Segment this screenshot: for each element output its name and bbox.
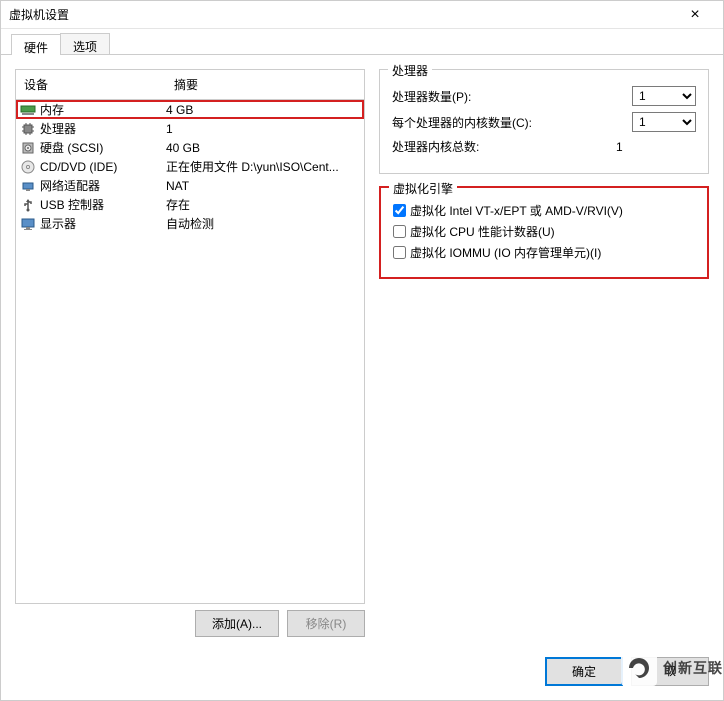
processor-count-select[interactable]: 1 [632, 86, 696, 106]
device-summary: 存在 [166, 196, 360, 213]
cpu-icon [20, 121, 36, 137]
column-summary[interactable]: 摘要 [166, 70, 364, 99]
virtualization-engine-group: 虚拟化引擎 虚拟化 Intel VT-x/EPT 或 AMD-V/RVI(V) … [379, 186, 709, 279]
titlebar: 虚拟机设置 × [1, 1, 723, 29]
window-title: 虚拟机设置 [9, 6, 675, 23]
virt-vtx-checkbox[interactable] [393, 204, 406, 217]
disk-icon [20, 140, 36, 156]
list-row[interactable]: 内存 4 GB [16, 100, 364, 119]
cores-per-processor-label: 每个处理器的内核数量(C): [392, 114, 632, 131]
device-name: 网络适配器 [40, 177, 100, 194]
device-name: 处理器 [40, 120, 76, 137]
device-name: CD/DVD (IDE) [40, 160, 117, 174]
virtualization-engine-title: 虚拟化引擎 [389, 180, 457, 197]
tabstrip: 硬件 选项 [1, 29, 723, 55]
virt-perf-checkbox[interactable] [393, 225, 406, 238]
processor-count-label: 处理器数量(P): [392, 88, 632, 105]
ok-button[interactable]: 确定 [545, 657, 623, 686]
total-cores-label: 处理器内核总数: [392, 138, 616, 155]
list-row[interactable]: 处理器 1 [16, 119, 364, 138]
device-summary: 4 GB [166, 103, 360, 117]
total-cores-value: 1 [616, 140, 696, 154]
device-summary: 1 [166, 122, 360, 136]
processor-group-title: 处理器 [388, 62, 432, 79]
device-name: 内存 [40, 101, 64, 118]
cd-icon [20, 159, 36, 175]
list-row[interactable]: USB 控制器 存在 [16, 195, 364, 214]
device-list: 设备 摘要 内存 4 GB 处理器 1 硬盘 (SCSI) 40 GB CD/DVD (ID… [15, 69, 365, 604]
device-summary: 正在使用文件 D:\yun\ISO\Cent... [166, 158, 360, 175]
remove-button[interactable]: 移除(R) [287, 610, 365, 637]
virt-iommu-label[interactable]: 虚拟化 IOMMU (IO 内存管理单元)(I) [410, 244, 601, 261]
usb-icon [20, 197, 36, 213]
add-button[interactable]: 添加(A)... [195, 610, 279, 637]
virt-iommu-checkbox[interactable] [393, 246, 406, 259]
memory-icon [20, 102, 36, 118]
cores-per-processor-select[interactable]: 1 [632, 112, 696, 132]
device-summary: NAT [166, 179, 360, 193]
list-row[interactable]: 硬盘 (SCSI) 40 GB [16, 138, 364, 157]
tab-options[interactable]: 选项 [60, 33, 110, 54]
watermark-logo-icon [621, 650, 657, 686]
device-summary: 40 GB [166, 141, 360, 155]
device-name: USB 控制器 [40, 196, 104, 213]
device-list-header: 设备 摘要 [16, 70, 364, 100]
virt-perf-label[interactable]: 虚拟化 CPU 性能计数器(U) [410, 223, 555, 240]
close-icon[interactable]: × [675, 6, 715, 24]
list-row[interactable]: 网络适配器 NAT [16, 176, 364, 195]
device-name: 硬盘 (SCSI) [40, 139, 103, 156]
device-name: 显示器 [40, 215, 76, 232]
virt-vtx-label[interactable]: 虚拟化 Intel VT-x/EPT 或 AMD-V/RVI(V) [410, 202, 623, 219]
list-row[interactable]: 显示器 自动检测 [16, 214, 364, 233]
display-icon [20, 216, 36, 232]
processor-group: 处理器 处理器数量(P): 1 每个处理器的内核数量(C): 1 处理器内核总数… [379, 69, 709, 174]
watermark-text: 创新互联 [663, 658, 723, 678]
network-icon [20, 178, 36, 194]
watermark: 创新互联 [621, 650, 723, 686]
column-device[interactable]: 设备 [16, 70, 166, 99]
tab-hardware[interactable]: 硬件 [11, 34, 61, 55]
device-summary: 自动检测 [166, 215, 360, 232]
list-row[interactable]: CD/DVD (IDE) 正在使用文件 D:\yun\ISO\Cent... [16, 157, 364, 176]
